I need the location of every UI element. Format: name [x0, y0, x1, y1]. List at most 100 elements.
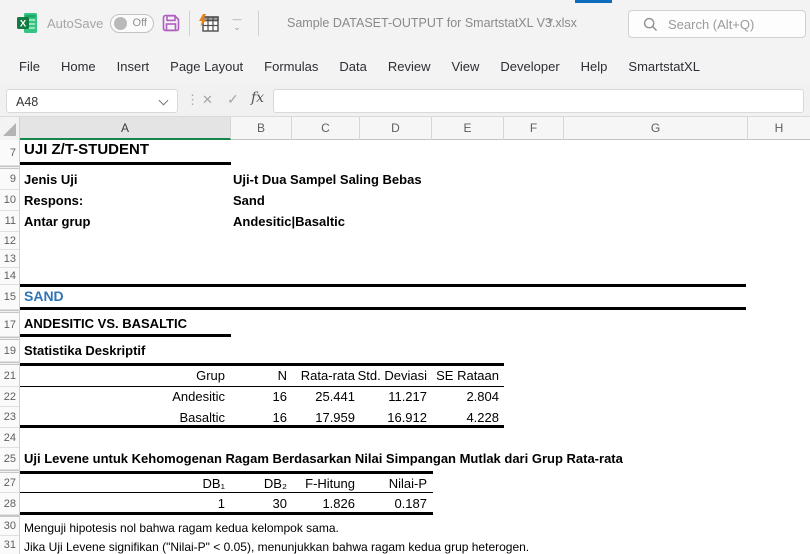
- cell-section-banner[interactable]: SAND: [24, 288, 64, 304]
- formula-bar: A48 ⋮ ✕ ✓ fx: [0, 85, 810, 117]
- save-icon[interactable]: [161, 13, 181, 33]
- column-header-A[interactable]: A: [20, 117, 231, 140]
- name-box-chevron-icon[interactable]: [159, 96, 169, 106]
- column-header-E[interactable]: E: [432, 117, 504, 140]
- row-header-11[interactable]: 11: [0, 211, 19, 232]
- cell-meta-label[interactable]: Respons:: [24, 193, 83, 209]
- cell-desc-value[interactable]: 16: [231, 410, 287, 426]
- title-bar: X AutoSave Off —⌄ Sample DATASET-OUTPUT …: [0, 0, 810, 47]
- cell-desc-value[interactable]: 16: [231, 389, 287, 405]
- border-levene-table-top: [20, 471, 433, 474]
- search-box[interactable]: [628, 10, 806, 38]
- row-header-24[interactable]: 24: [0, 428, 19, 448]
- column-header-B[interactable]: B: [231, 117, 292, 140]
- cell-levene-header[interactable]: Nilai-P: [350, 476, 427, 492]
- row-header-17[interactable]: 17: [0, 313, 19, 337]
- border-levene-table-bottom: [20, 512, 433, 515]
- cell-desc-header[interactable]: Grup: [20, 368, 225, 384]
- cell-desc-value[interactable]: 16.912: [350, 410, 427, 426]
- row-header-12[interactable]: 12: [0, 232, 19, 250]
- cell-note[interactable]: Menguji hipotesis nol bahwa ragam kedua …: [24, 520, 339, 536]
- column-header-G[interactable]: G: [564, 117, 748, 140]
- cell-levene-value[interactable]: 1.826: [280, 496, 355, 512]
- customize-toolbar-chevron-icon[interactable]: —⌄: [230, 15, 244, 31]
- cell-levene-value[interactable]: 1: [20, 496, 225, 512]
- toolbar-divider: [189, 11, 190, 36]
- border-desc-table-bottom: [20, 425, 504, 428]
- cell-levene-header[interactable]: DB₂: [231, 476, 287, 492]
- cell-meta-value[interactable]: Sand: [233, 193, 265, 209]
- name-box[interactable]: A48: [6, 89, 178, 113]
- cell-levene-header[interactable]: DB₁: [20, 476, 225, 492]
- row-header-10[interactable]: 10: [0, 190, 19, 211]
- svg-text:X: X: [20, 19, 27, 30]
- row-header-15[interactable]: 15: [0, 285, 19, 310]
- cell-descriptive-title[interactable]: Statistika Deskriptif: [24, 343, 145, 359]
- border-desc-header-underline: [20, 386, 504, 387]
- cell-levene-title[interactable]: Uji Levene untuk Kehomogenan Ragam Berda…: [24, 451, 623, 467]
- row-header-25[interactable]: 25: [0, 448, 19, 470]
- cancel-icon[interactable]: ✕: [202, 92, 213, 108]
- row-header-7[interactable]: 7: [0, 140, 19, 166]
- insert-function-icon[interactable]: fx: [251, 90, 264, 106]
- column-header-F[interactable]: F: [504, 117, 564, 140]
- cell-note[interactable]: Jika Uji Levene signifikan ("Nilai-P" < …: [24, 539, 529, 554]
- row-header-19[interactable]: 19: [0, 340, 19, 362]
- tab-data[interactable]: Data: [339, 59, 366, 74]
- autosave-toggle[interactable]: Off: [110, 14, 154, 33]
- cell-desc-value[interactable]: 25.441: [280, 389, 355, 405]
- autosave-toggle-knob: [114, 17, 127, 30]
- column-header-C[interactable]: C: [292, 117, 360, 140]
- cell-levene-value[interactable]: 0.187: [350, 496, 427, 512]
- cell-levene-value[interactable]: 30: [231, 496, 287, 512]
- ribbon-tab-bar: File Home Insert Page Layout Formulas Da…: [0, 47, 810, 85]
- tab-smartstatxl[interactable]: SmartstatXL: [628, 59, 700, 74]
- formula-input[interactable]: [273, 89, 804, 113]
- autosave-label: AutoSave: [47, 16, 103, 31]
- cell-desc-value[interactable]: Andesitic: [20, 389, 225, 405]
- cell-desc-value[interactable]: 4.228: [420, 410, 499, 426]
- row-header-21[interactable]: 21: [0, 365, 19, 387]
- document-title-caret-icon[interactable]: ▾: [548, 16, 553, 27]
- enter-icon[interactable]: ✓: [227, 91, 239, 108]
- row-header-30[interactable]: 30: [0, 517, 19, 536]
- tab-review[interactable]: Review: [388, 59, 431, 74]
- tab-formulas[interactable]: Formulas: [264, 59, 318, 74]
- cell-report-title[interactable]: UJI Z/T-STUDENT: [24, 142, 149, 158]
- cell-meta-label[interactable]: Jenis Uji: [24, 172, 77, 188]
- row-header-31[interactable]: 31: [0, 536, 19, 554]
- select-all-corner[interactable]: [0, 117, 20, 140]
- cell-meta-value[interactable]: Andesitic|Basaltic: [233, 214, 345, 230]
- row-header-9[interactable]: 9: [0, 169, 19, 190]
- name-box-value: A48: [16, 95, 38, 109]
- row-header-27[interactable]: 27: [0, 473, 19, 493]
- cell-meta-label[interactable]: Antar grup: [24, 214, 90, 230]
- border-desc-table-top: [20, 363, 504, 366]
- row-header-23[interactable]: 23: [0, 407, 19, 428]
- tab-home[interactable]: Home: [61, 59, 96, 74]
- cell-subsection-title[interactable]: ANDESITIC VS. BASALTIC: [24, 316, 187, 332]
- cell-desc-value[interactable]: 17.959: [280, 410, 355, 426]
- cell-desc-header[interactable]: SE Rataan: [400, 368, 499, 384]
- row-header-13[interactable]: 13: [0, 250, 19, 268]
- tab-view[interactable]: View: [451, 59, 479, 74]
- cell-desc-value[interactable]: 2.804: [420, 389, 499, 405]
- row-header-28[interactable]: 28: [0, 493, 19, 515]
- tab-page-layout[interactable]: Page Layout: [170, 59, 243, 74]
- row-header-14[interactable]: 14: [0, 268, 19, 285]
- tab-insert[interactable]: Insert: [117, 59, 150, 74]
- cell-meta-value[interactable]: Uji-t Dua Sampel Saling Bebas: [233, 172, 422, 188]
- tab-help[interactable]: Help: [581, 59, 608, 74]
- tab-file[interactable]: File: [19, 59, 40, 74]
- column-header-D[interactable]: D: [360, 117, 432, 140]
- tab-developer[interactable]: Developer: [500, 59, 559, 74]
- excel-window: X AutoSave Off —⌄ Sample DATASET-OUTPUT …: [0, 0, 810, 554]
- autosave-state: Off: [133, 17, 147, 29]
- smartstat-table-icon[interactable]: [197, 12, 221, 36]
- row-header-22[interactable]: 22: [0, 387, 19, 407]
- cell-desc-value[interactable]: 11.217: [350, 389, 427, 405]
- cell-levene-header[interactable]: F-Hitung: [280, 476, 355, 492]
- search-input[interactable]: [668, 17, 798, 32]
- cell-desc-value[interactable]: Basaltic: [20, 410, 225, 426]
- column-header-H[interactable]: H: [748, 117, 810, 140]
